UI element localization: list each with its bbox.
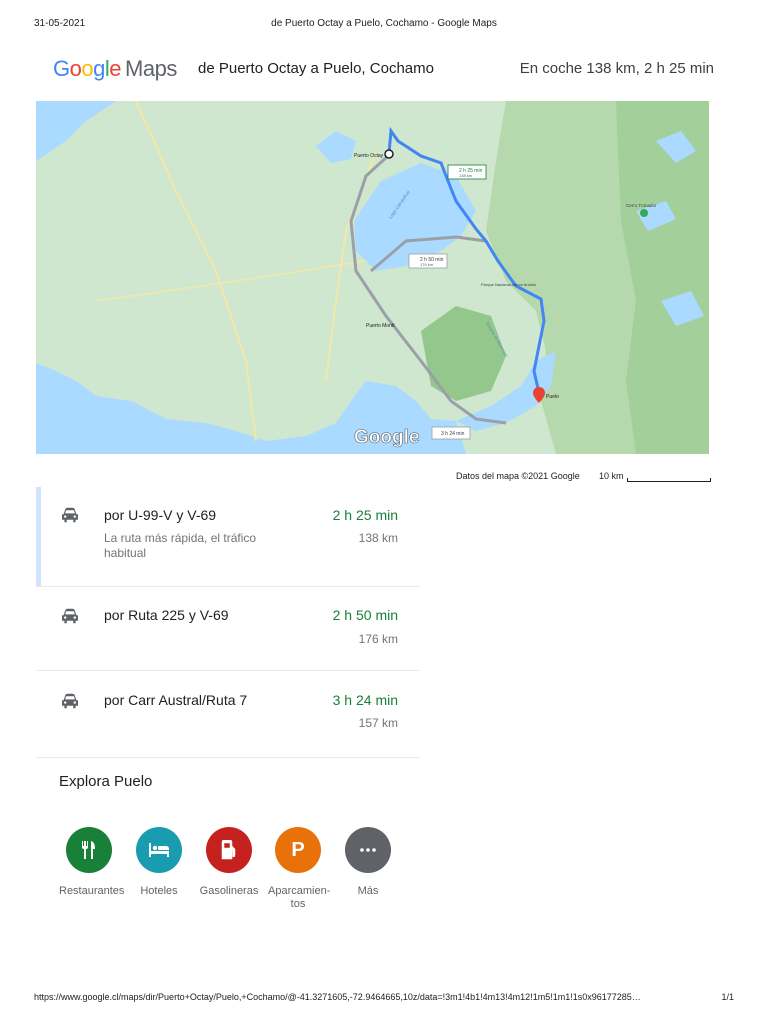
route-callout-3: 3 h 24 min — [431, 426, 471, 440]
print-url: https://www.google.cl/maps/dir/Puerto+Oc… — [34, 992, 641, 1002]
svg-text:138 km: 138 km — [459, 173, 473, 178]
map-scale-bar — [627, 478, 711, 482]
park-label: Parque Nacional Alerce Andino — [481, 282, 537, 287]
route-map[interactable]: Puerto Octay Puelo Puerto Montt Lago Lla… — [36, 101, 709, 454]
print-page-number: 1/1 — [721, 992, 734, 1002]
destination-label: Puelo — [546, 394, 559, 400]
route-callout-1: 2 h 25 min 138 km — [447, 164, 487, 180]
route-callout-2: 2 h 50 min 176 km — [408, 253, 448, 269]
car-icon — [62, 693, 78, 709]
route-duration: 2 h 50 min — [332, 607, 398, 623]
svg-text:3 h 24 min: 3 h 24 min — [441, 431, 465, 437]
category-gas-stations[interactable]: Gasolineras — [199, 827, 259, 898]
category-more[interactable]: Más — [338, 827, 398, 898]
route-via: por U-99-V y V-69 — [104, 507, 217, 523]
route-duration: 3 h 24 min — [332, 692, 398, 708]
category-label: Hoteles — [140, 885, 178, 897]
print-title: de Puerto Octay a Puelo, Cochamo - Googl… — [271, 18, 497, 29]
map-watermark: Google — [354, 427, 419, 448]
hotel-icon — [136, 827, 182, 873]
svg-text:176 km: 176 km — [420, 262, 434, 267]
category-label: Más — [357, 885, 379, 897]
route-option-2[interactable]: por Ruta 225 y V-69 2 h 50 min 176 km — [36, 587, 420, 671]
route-duration: 2 h 25 min — [332, 507, 398, 523]
map-scale-label: 10 km — [599, 471, 624, 481]
origin-label: Puerto Octay — [354, 153, 384, 159]
category-parking[interactable]: P Aparcamien- tos — [268, 827, 331, 911]
car-icon — [62, 507, 78, 523]
restaurant-icon — [66, 827, 112, 873]
category-label: Gasolineras — [199, 885, 259, 897]
route-option-3[interactable]: por Carr Austral/Ruta 7 3 h 24 min 157 k… — [36, 671, 420, 758]
route-distance: 176 km — [358, 632, 398, 646]
explore-title: Explora Puelo — [59, 773, 153, 790]
route-description: La ruta más rápida, el tráfico habitual — [104, 531, 257, 560]
route-distance: 157 km — [358, 716, 398, 730]
parking-icon: P — [275, 827, 321, 873]
route-summary: En coche 138 km, 2 h 25 min — [519, 60, 714, 77]
route-option-1[interactable]: por U-99-V y V-69 La ruta más rápida, el… — [36, 487, 420, 587]
gas-station-icon — [206, 827, 252, 873]
route-distance: 138 km — [358, 531, 398, 545]
category-restaurants[interactable]: Restaurantes — [59, 827, 125, 898]
route-title: de Puerto Octay a Puelo, Cochamo — [198, 60, 434, 77]
map-canvas[interactable]: Puerto Octay Puelo Puerto Montt Lago Lla… — [36, 101, 709, 454]
category-label: Aparcamien- tos — [268, 885, 331, 910]
google-maps-logo[interactable]: Google Maps — [53, 56, 177, 82]
route-list: por U-99-V y V-69 La ruta más rápida, el… — [36, 487, 420, 758]
route-via: por Carr Austral/Ruta 7 — [104, 692, 248, 708]
category-hotels[interactable]: Hoteles — [129, 827, 189, 898]
car-icon — [62, 608, 78, 624]
city-label: Puerto Montt — [366, 323, 395, 329]
map-attribution: Datos del mapa ©2021 Google — [456, 471, 580, 481]
volcano-label: Cerro Tronador — [626, 203, 657, 208]
route-via: por Ruta 225 y V-69 — [104, 607, 229, 623]
category-label: Restaurantes — [59, 885, 125, 897]
more-icon — [345, 827, 391, 873]
